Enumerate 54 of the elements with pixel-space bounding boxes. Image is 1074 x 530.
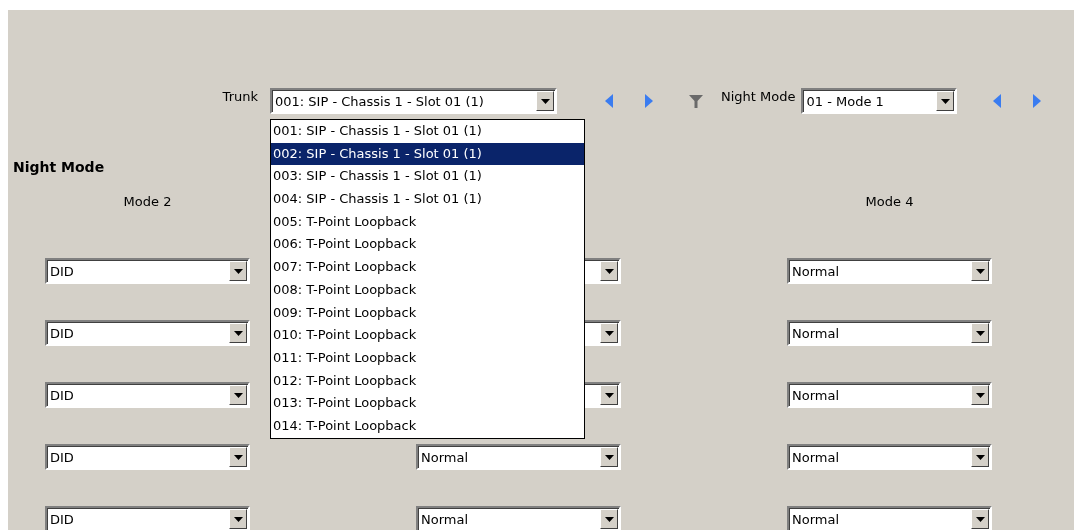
trunk-option[interactable]: 004: SIP - Chassis 1 - Slot 01 (1) [271,188,584,211]
night-mode-dropdown[interactable]: 01 - Mode 1 [801,88,958,114]
previous-icon[interactable] [605,94,613,108]
trunk-option[interactable]: 009: T-Point Loopback [271,301,584,325]
dropdown-arrow-icon [540,98,550,104]
mode-dropdown[interactable]: Normal [416,444,621,470]
dropdown-arrow-icon [604,268,614,274]
mode-dropdown[interactable]: DID [45,444,250,470]
trunk-option[interactable]: 010: T-Point Loopback [271,324,584,347]
mode-dropdown[interactable]: DID [45,320,250,346]
dropdown-arrow-icon [941,98,950,104]
dropdown-arrow-icon [975,392,985,398]
trunk-option[interactable]: 008: T-Point Loopback [271,278,584,302]
trunk-option[interactable]: 013: T-Point Loopback [271,392,584,415]
dropdown-arrow-icon [604,392,614,398]
trunk-option[interactable]: 002: SIP - Chassis 1 - Slot 01 (1) [271,142,584,166]
mode-dropdown[interactable]: Normal [787,506,992,530]
mode-dropdown[interactable]: Normal [787,382,992,408]
trunk-dropdown[interactable]: 001: SIP - Chassis 1 - Slot 01 (1) [270,88,557,114]
trunk-label: Trunk [221,88,258,104]
dropdown-arrow-icon [975,330,985,336]
trunk-option[interactable]: 011: T-Point Loopback [271,346,584,370]
trunk-option[interactable]: 007: T-Point Loopback [271,256,584,279]
mode-dropdown[interactable]: Normal [416,506,621,530]
dropdown-arrow-icon [975,516,985,522]
mode-dropdown[interactable]: DID [45,382,250,408]
dropdown-arrow-icon [233,454,243,460]
mode-dropdown[interactable]: Normal [787,258,992,284]
dropdown-arrow-icon [604,454,614,460]
dropdown-arrow-icon [233,330,243,336]
mode-dropdown[interactable]: DID [45,258,250,284]
mode-dropdown[interactable]: Normal [787,320,992,346]
trunk-option[interactable]: 006: T-Point Loopback [271,233,584,257]
dropdown-arrow-icon [233,392,243,398]
next-icon[interactable] [1033,94,1042,108]
trunk-option[interactable]: 003: SIP - Chassis 1 - Slot 01 (1) [271,165,584,189]
trunk-option[interactable]: 001: SIP - Chassis 1 - Slot 01 (1) [271,120,584,143]
column-header: Mode 4 [865,194,914,209]
trunk-option[interactable]: 014: T-Point Loopback [271,414,584,438]
trunk-option[interactable]: 005: T-Point Loopback [271,210,584,234]
filter-icon[interactable] [689,94,703,108]
next-icon[interactable] [645,94,653,108]
dropdown-arrow-icon [233,516,243,522]
dropdown-arrow-icon [604,330,614,336]
mode-dropdown[interactable]: Normal [787,444,992,470]
dropdown-arrow-icon [604,516,614,522]
dropdown-arrow-icon [975,268,985,274]
dropdown-arrow-icon [233,268,243,274]
column-header: Mode 2 [123,194,172,209]
previous-icon[interactable] [993,94,1002,108]
mode-dropdown[interactable]: DID [45,506,250,530]
night-mode-label: Night Mode [721,88,796,104]
dropdown-arrow-icon [975,454,985,460]
trunk-option[interactable]: 012: T-Point Loopback [271,369,584,393]
